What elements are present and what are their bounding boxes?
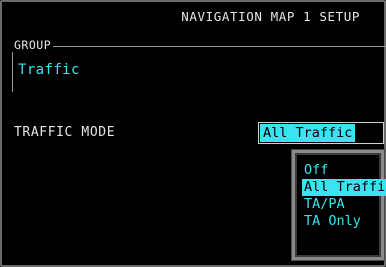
option-off[interactable]: Off [302,162,386,179]
page-title: NAVIGATION MAP 1 SETUP [181,9,360,24]
option-ta-only[interactable]: TA Only [302,213,386,230]
traffic-mode-label: TRAFFIC MODE [14,125,116,140]
mfd-display: NAVIGATION MAP 1 SETUP GROUP Traffic TRA… [0,0,386,267]
traffic-mode-dropdown: Off All Traffic TA/PA TA Only [292,150,386,260]
option-all-traffic[interactable]: All Traffic [302,179,386,196]
traffic-mode-selected-value: All Traffic [260,124,356,142]
option-ta-pa[interactable]: TA/PA [302,196,386,213]
traffic-mode-options: Off All Traffic TA/PA TA Only [302,162,386,230]
group-selector[interactable]: Traffic [18,62,80,78]
traffic-mode-select[interactable]: All Traffic [258,122,384,144]
group-legend: GROUP [12,38,54,52]
